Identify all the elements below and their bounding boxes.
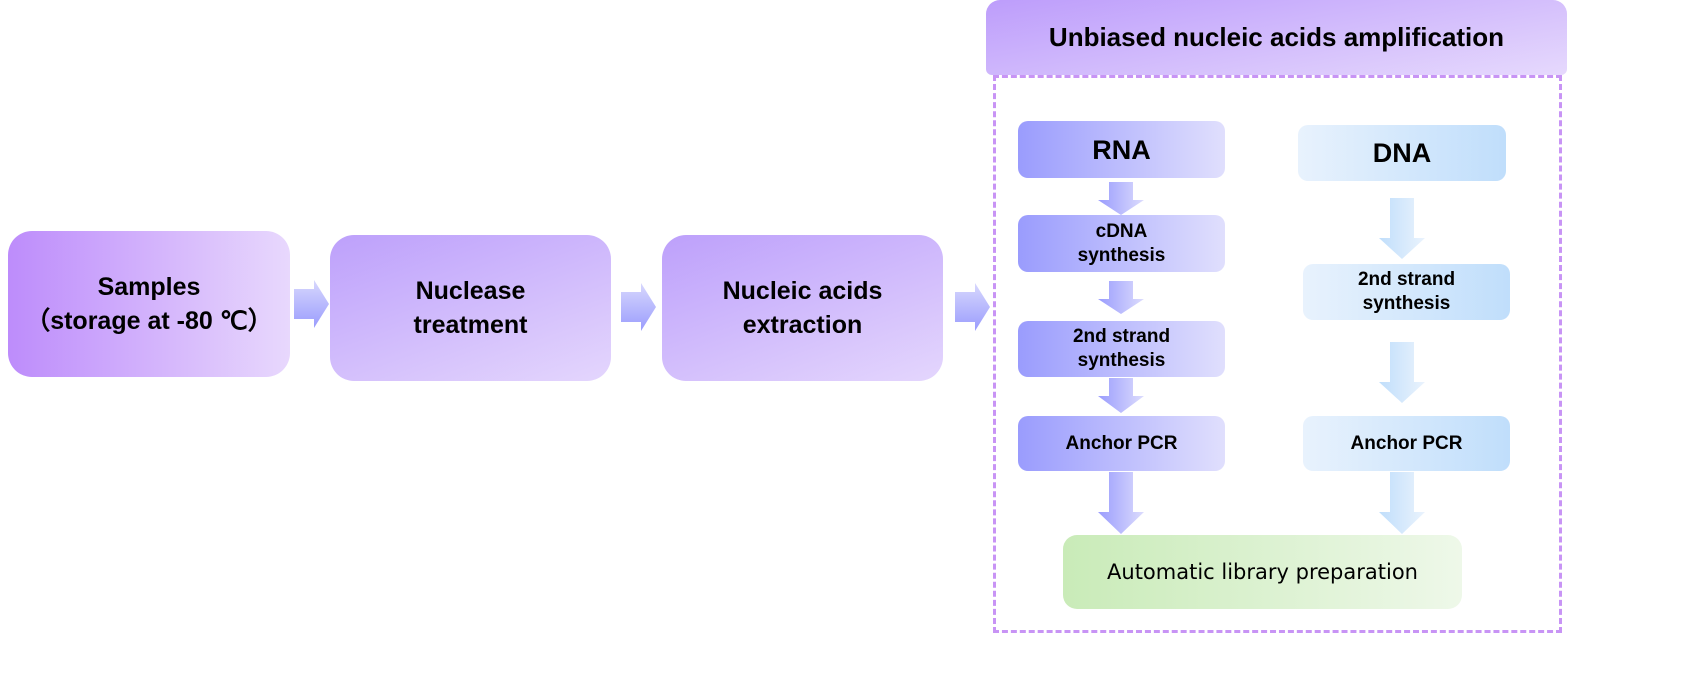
rna-box: RNA: [1018, 121, 1225, 178]
label-line1: 2nd strand: [1072, 326, 1171, 347]
label-line1: 2nd strand: [1357, 269, 1456, 290]
arrow-right-icon: [955, 283, 990, 331]
dna-anchor-pcr: Anchor PCR: [1303, 416, 1510, 471]
rna-cdna-synthesis: cDNA synthesis: [1018, 215, 1225, 272]
step-samples: Samples （storage at -80 ℃）: [8, 231, 290, 377]
arrow-down-icon: [1379, 472, 1425, 534]
step-label-line2: extraction: [742, 311, 863, 339]
arrow-down-icon: [1379, 342, 1425, 403]
step-nucleic-acids-extraction: Nucleic acids extraction: [662, 235, 943, 381]
label: Anchor PCR: [1350, 432, 1463, 454]
label-line2: synthesis: [1077, 244, 1166, 266]
dna-label: DNA: [1372, 138, 1432, 168]
library-label: Automatic library preparation: [1107, 560, 1418, 584]
arrow-down-icon: [1098, 378, 1144, 413]
step-nuclease-treatment: Nuclease treatment: [330, 235, 611, 381]
automatic-library-preparation: Automatic library preparation: [1063, 535, 1462, 609]
rna-anchor-pcr: Anchor PCR: [1018, 416, 1225, 471]
step-label-line1: Nuclease: [415, 277, 526, 305]
step-samples-subtitle: （storage at -80 ℃）: [25, 307, 273, 335]
step-samples-title: Samples: [97, 273, 201, 301]
label: Anchor PCR: [1065, 432, 1178, 454]
arrow-right-icon: [621, 283, 656, 331]
arrow-down-icon: [1098, 472, 1144, 534]
step-label-line1: Nucleic acids: [722, 277, 883, 305]
arrow-right-icon: [294, 280, 329, 328]
step-label-line2: treatment: [413, 311, 528, 339]
dna-box: DNA: [1298, 125, 1506, 181]
arrow-down-icon: [1379, 198, 1425, 259]
amplification-header: Unbiased nucleic acids amplification: [986, 0, 1567, 75]
dna-2nd-strand-synthesis: 2nd strand synthesis: [1303, 264, 1510, 320]
label-line2: synthesis: [1362, 293, 1451, 314]
label-line2: synthesis: [1077, 350, 1166, 371]
label-line1: cDNA: [1095, 220, 1148, 242]
rna-2nd-strand-synthesis: 2nd strand synthesis: [1018, 321, 1225, 377]
arrow-down-icon: [1098, 281, 1144, 314]
rna-label: RNA: [1092, 134, 1151, 165]
arrow-down-icon: [1098, 182, 1144, 215]
amplification-title: Unbiased nucleic acids amplification: [1048, 22, 1505, 52]
